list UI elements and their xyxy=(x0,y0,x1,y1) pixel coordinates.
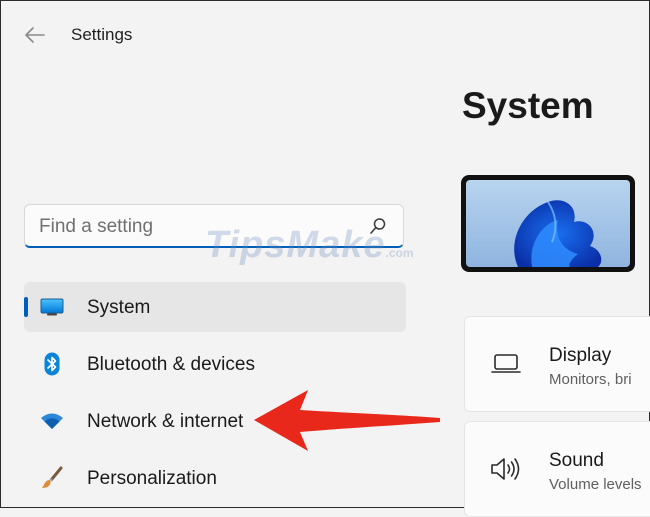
display-preview xyxy=(461,175,635,272)
page-title: System xyxy=(462,85,594,126)
display-card[interactable]: Display Monitors, bri xyxy=(464,316,650,412)
watermark-text: TipsMake xyxy=(205,224,386,266)
sidebar-item-label: Network & internet xyxy=(87,411,244,432)
sidebar-item-bluetooth[interactable]: Bluetooth & devices xyxy=(24,339,406,389)
speaker-icon xyxy=(489,455,523,483)
card-title: Sound xyxy=(549,450,604,471)
sidebar-item-personalization[interactable]: Personalization xyxy=(24,453,406,503)
card-title: Display xyxy=(549,345,612,366)
card-subtitle: Monitors, bri xyxy=(549,371,632,388)
wallpaper-image xyxy=(466,180,630,267)
card-subtitle: Volume levels xyxy=(549,476,642,493)
wifi-icon xyxy=(38,409,66,433)
active-indicator xyxy=(24,297,28,317)
sidebar-item-label: Bluetooth & devices xyxy=(87,354,255,375)
monitor-icon xyxy=(38,295,66,319)
back-arrow-icon xyxy=(25,27,45,43)
sidebar-item-label: Personalization xyxy=(87,468,217,489)
app-title: Settings xyxy=(71,25,133,44)
watermark-suffix: .com xyxy=(385,246,414,260)
sidebar-item-label: System xyxy=(87,297,151,318)
back-button[interactable] xyxy=(20,20,50,50)
watermark: TipsMake.com xyxy=(205,224,414,267)
annotation-arrow xyxy=(254,390,440,451)
title-bar: Settings xyxy=(0,0,650,70)
sidebar-item-system[interactable]: System xyxy=(24,282,406,332)
paintbrush-icon xyxy=(38,466,66,490)
sound-card[interactable]: Sound Volume levels xyxy=(464,421,650,517)
bluetooth-icon xyxy=(38,352,66,376)
laptop-icon xyxy=(489,350,523,378)
